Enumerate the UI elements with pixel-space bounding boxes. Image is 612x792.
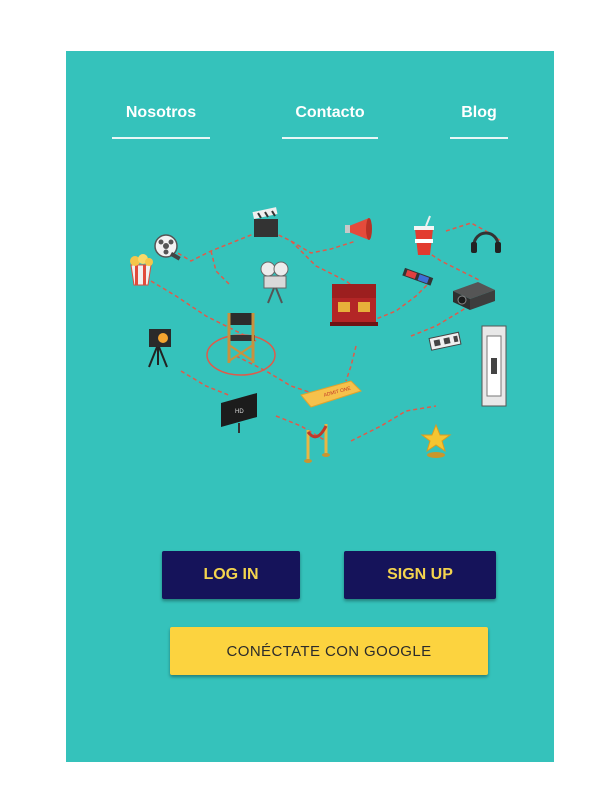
nav-link-label: Contacto: [295, 104, 365, 121]
app-panel: Nosotros Contacto Blog HD ADMIT ONE LOG …: [66, 51, 554, 762]
nav-underline: [450, 137, 508, 139]
nav-link-label: Blog: [461, 104, 497, 121]
nav-link-label: Nosotros: [125, 104, 197, 121]
soda-cup-icon: [414, 215, 434, 255]
nav-link-nosotros[interactable]: Nosotros: [112, 104, 210, 139]
nav-underline: [112, 137, 210, 139]
cinema-illustration: HD ADMIT ONE: [130, 207, 507, 463]
nav-link-contacto[interactable]: Contacto: [282, 104, 378, 139]
ticket-icon: ADMIT ONE: [300, 380, 362, 408]
film-strip-icon: [428, 331, 462, 351]
stanchion-icon: [304, 424, 330, 463]
login-button[interactable]: LOG IN: [162, 551, 300, 599]
star-award-icon: [420, 423, 452, 458]
cinema-seats-icon: [330, 284, 378, 326]
clapperboard-icon: [252, 207, 278, 237]
hd-tv-icon: HD: [221, 393, 257, 433]
nav-link-blog[interactable]: Blog: [450, 104, 508, 139]
signup-button[interactable]: SIGN UP: [344, 551, 496, 599]
megaphone-icon: [345, 218, 372, 240]
top-nav: Nosotros Contacto Blog: [66, 51, 554, 151]
film-reel-icon: [154, 234, 181, 261]
film-frame-icon: [481, 325, 507, 407]
hd-label: HD: [235, 409, 244, 415]
film-projector-icon: [260, 261, 289, 304]
connector-lines: [150, 222, 502, 442]
stage-light-icon: [148, 329, 171, 368]
nav-underline: [282, 137, 378, 139]
headphones-icon: [471, 231, 501, 253]
3d-glasses-icon: [402, 267, 434, 286]
popcorn-icon: [130, 254, 153, 286]
google-connect-button[interactable]: CONÉCTATE CON GOOGLE: [170, 627, 488, 675]
video-projector-icon: [453, 282, 495, 310]
